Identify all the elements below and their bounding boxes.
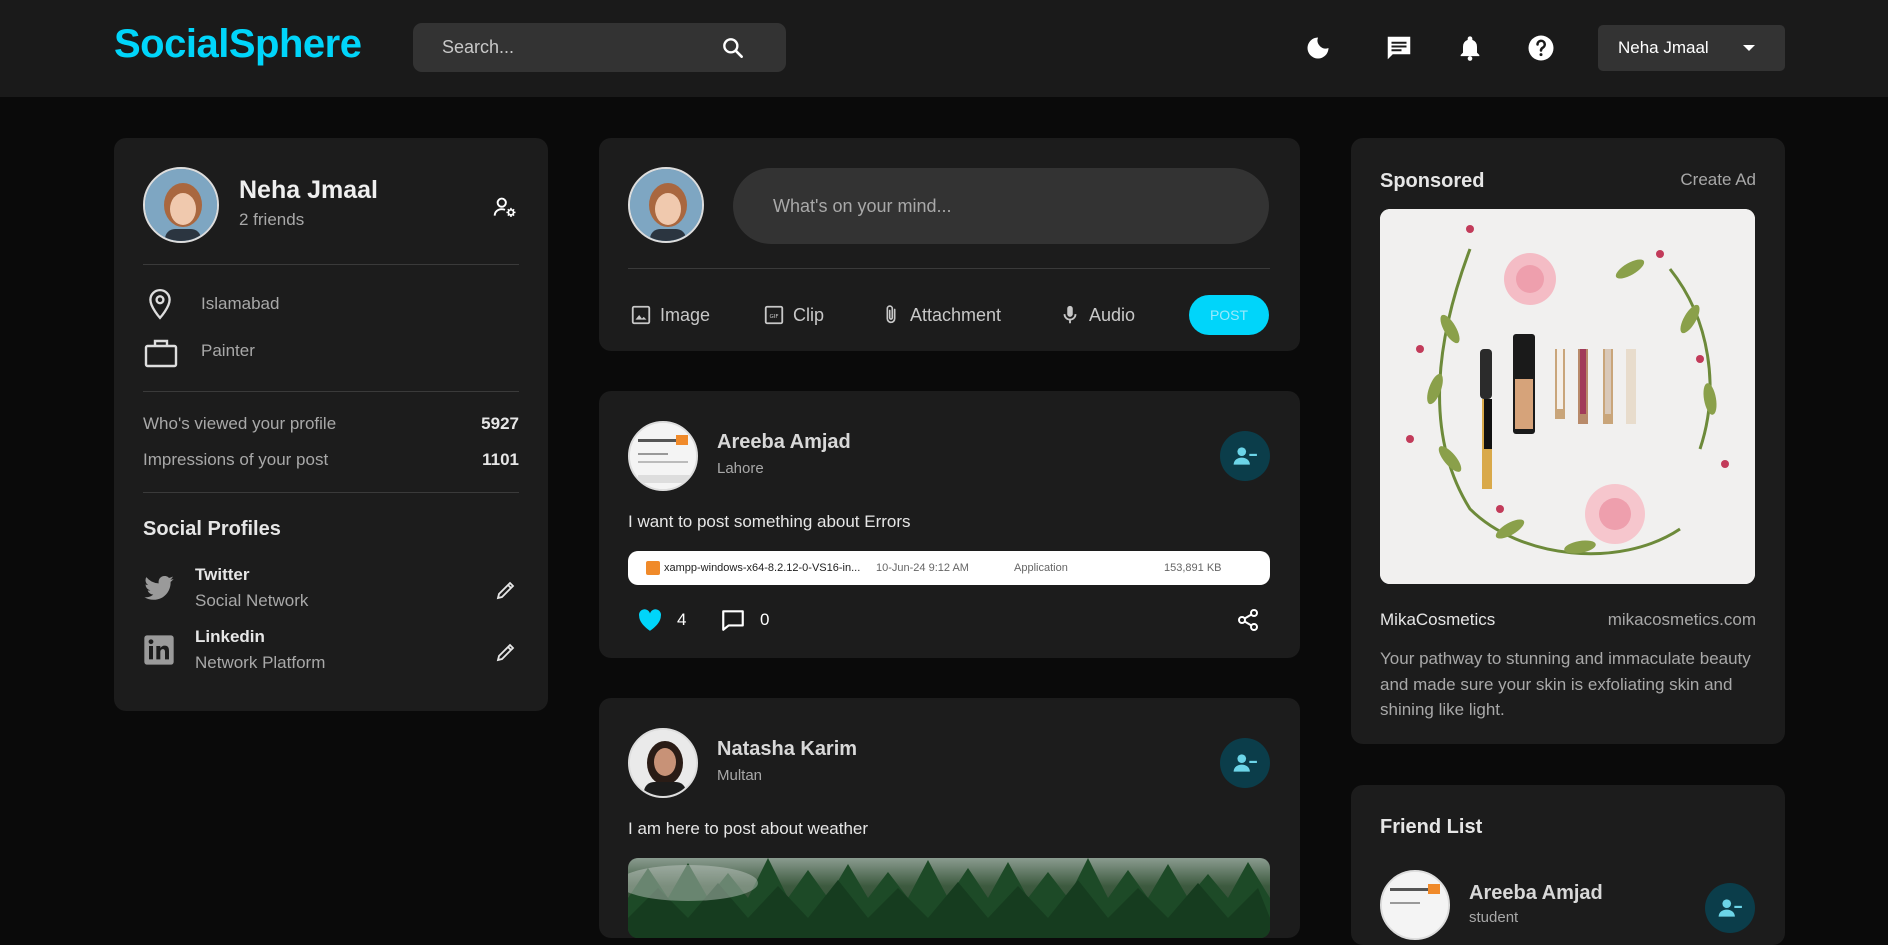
edit-linkedin-icon[interactable] [494, 640, 518, 669]
profile-location: Islamabad [201, 294, 280, 313]
paperclip-icon [886, 305, 896, 324]
friends-count: 2 friends [239, 210, 305, 229]
moon-icon[interactable] [1300, 30, 1336, 66]
divider [143, 492, 519, 493]
avatar[interactable] [628, 728, 698, 798]
clip-tool[interactable]: GIF Clip [763, 300, 824, 330]
friend-name[interactable]: Areeba Amjad [1469, 882, 1603, 905]
share-icon[interactable] [1236, 608, 1260, 637]
chevron-down-icon [1743, 45, 1755, 51]
comment-count: 0 [760, 610, 770, 629]
linkedin-sub: Network Platform [195, 653, 326, 672]
person-remove-icon [1233, 754, 1257, 772]
profile-card: Neha Jmaal 2 friends Islamabad Painter W… [114, 138, 548, 711]
top-navigation-bar: SocialSphere Neha Jmaal [0, 0, 1888, 97]
comment-stat[interactable]: 0 [720, 608, 769, 632]
person-remove-icon [1233, 447, 1257, 465]
clip-tool-label: Clip [793, 304, 825, 325]
avatar[interactable] [628, 167, 704, 243]
avatar[interactable] [1380, 870, 1450, 940]
attachment-filename: xampp-windows-x64-8.2.12-0-VS16-in... [664, 562, 861, 574]
post-card: Natasha Karim Multan I am here to post a… [599, 698, 1300, 938]
post-card: Areeba Amjad Lahore I want to post somet… [599, 391, 1300, 658]
avatar[interactable] [628, 421, 698, 491]
image-icon [631, 305, 651, 325]
remove-friend-button[interactable] [1220, 738, 1270, 788]
remove-friend-button[interactable] [1220, 431, 1270, 481]
user-menu-label: Neha Jmaal [1618, 38, 1709, 57]
comment-icon[interactable] [720, 608, 746, 632]
image-tool[interactable]: Image [630, 300, 710, 330]
post-author[interactable]: Areeba Amjad [717, 431, 851, 454]
sponsored-title: Sponsored [1380, 170, 1485, 192]
friend-list-card: Friend List Areeba Amjad student [1351, 785, 1785, 945]
search-input[interactable] [413, 23, 723, 72]
chat-icon[interactable] [1381, 30, 1417, 66]
file-icon [646, 561, 660, 575]
ad-description: Your pathway to stunning and immaculate … [1380, 649, 1751, 719]
edit-twitter-icon[interactable] [494, 578, 518, 607]
attachment-tool[interactable]: Attachment [880, 300, 1001, 330]
audio-tool[interactable]: Audio [1059, 300, 1135, 330]
help-icon[interactable] [1523, 30, 1559, 66]
post-author[interactable]: Natasha Karim [717, 738, 857, 761]
post-button[interactable]: POST [1189, 295, 1269, 335]
image-tool-label: Image [660, 304, 711, 325]
gif-icon: GIF [764, 305, 784, 325]
profile-views-label: Who's viewed your profile [143, 414, 337, 433]
cosmetics-image [1380, 209, 1755, 584]
like-stat[interactable]: 4 [637, 608, 686, 632]
post-location: Multan [717, 767, 763, 784]
app-logo[interactable]: SocialSphere [114, 22, 362, 67]
svg-text:GIF: GIF [769, 314, 778, 320]
twitter-icon [143, 575, 175, 608]
post-text: I am here to post about weather [628, 819, 869, 838]
post-image[interactable]: xampp-windows-x64-8.2.12-0-VS16-in... 10… [628, 551, 1270, 585]
ad-site[interactable]: mikacosmetics.com [1608, 610, 1756, 630]
search-icon[interactable] [720, 35, 746, 61]
profile-occupation: Painter [201, 341, 255, 360]
composer-input[interactable] [733, 168, 1269, 244]
sponsored-card: Sponsored Create Ad MikaCosmetics mikaco… [1351, 138, 1785, 744]
ad-brand[interactable]: MikaCosmetics [1380, 610, 1495, 630]
friend-list-title: Friend List [1380, 816, 1483, 838]
user-menu-button[interactable]: Neha Jmaal [1598, 25, 1785, 71]
briefcase-icon [144, 338, 178, 373]
post-composer: Image GIF Clip Attachment Audio POST [599, 138, 1300, 351]
bell-icon[interactable] [1452, 30, 1488, 66]
social-profiles-title: Social Profiles [143, 518, 281, 540]
twitter-sub: Social Network [195, 591, 309, 610]
friend-sub: student [1469, 909, 1519, 926]
linkedin-icon [143, 634, 175, 671]
attachment-type: Application [1014, 562, 1068, 574]
post-image[interactable] [628, 858, 1270, 938]
audio-tool-label: Audio [1089, 304, 1136, 325]
ad-image[interactable] [1380, 209, 1755, 584]
impressions-value: 1101 [482, 450, 519, 469]
divider [143, 391, 519, 392]
heart-icon[interactable] [637, 608, 663, 632]
divider [628, 268, 1270, 269]
remove-friend-button[interactable] [1705, 883, 1755, 933]
forest-image [628, 858, 1270, 938]
person-remove-icon [1718, 899, 1742, 917]
post-text: I want to post something about Errors [628, 512, 911, 531]
attachment-tool-label: Attachment [910, 304, 1002, 325]
microphone-icon [1063, 305, 1077, 324]
divider [143, 264, 519, 265]
avatar[interactable] [143, 167, 219, 243]
like-count: 4 [677, 610, 687, 629]
attachment-size: 153,891 KB [1164, 562, 1222, 574]
manage-account-icon[interactable] [492, 194, 520, 222]
attachment-date: 10-Jun-24 9:12 AM [876, 562, 969, 574]
create-ad-link[interactable]: Create Ad [1680, 170, 1756, 190]
impressions-label: Impressions of your post [143, 450, 329, 469]
search-bar [413, 23, 786, 72]
post-location: Lahore [717, 460, 764, 477]
location-icon [147, 288, 173, 325]
twitter-name[interactable]: Twitter [195, 565, 249, 585]
profile-views-value: 5927 [481, 414, 519, 433]
profile-name[interactable]: Neha Jmaal [239, 176, 378, 205]
linkedin-name[interactable]: Linkedin [195, 627, 265, 647]
